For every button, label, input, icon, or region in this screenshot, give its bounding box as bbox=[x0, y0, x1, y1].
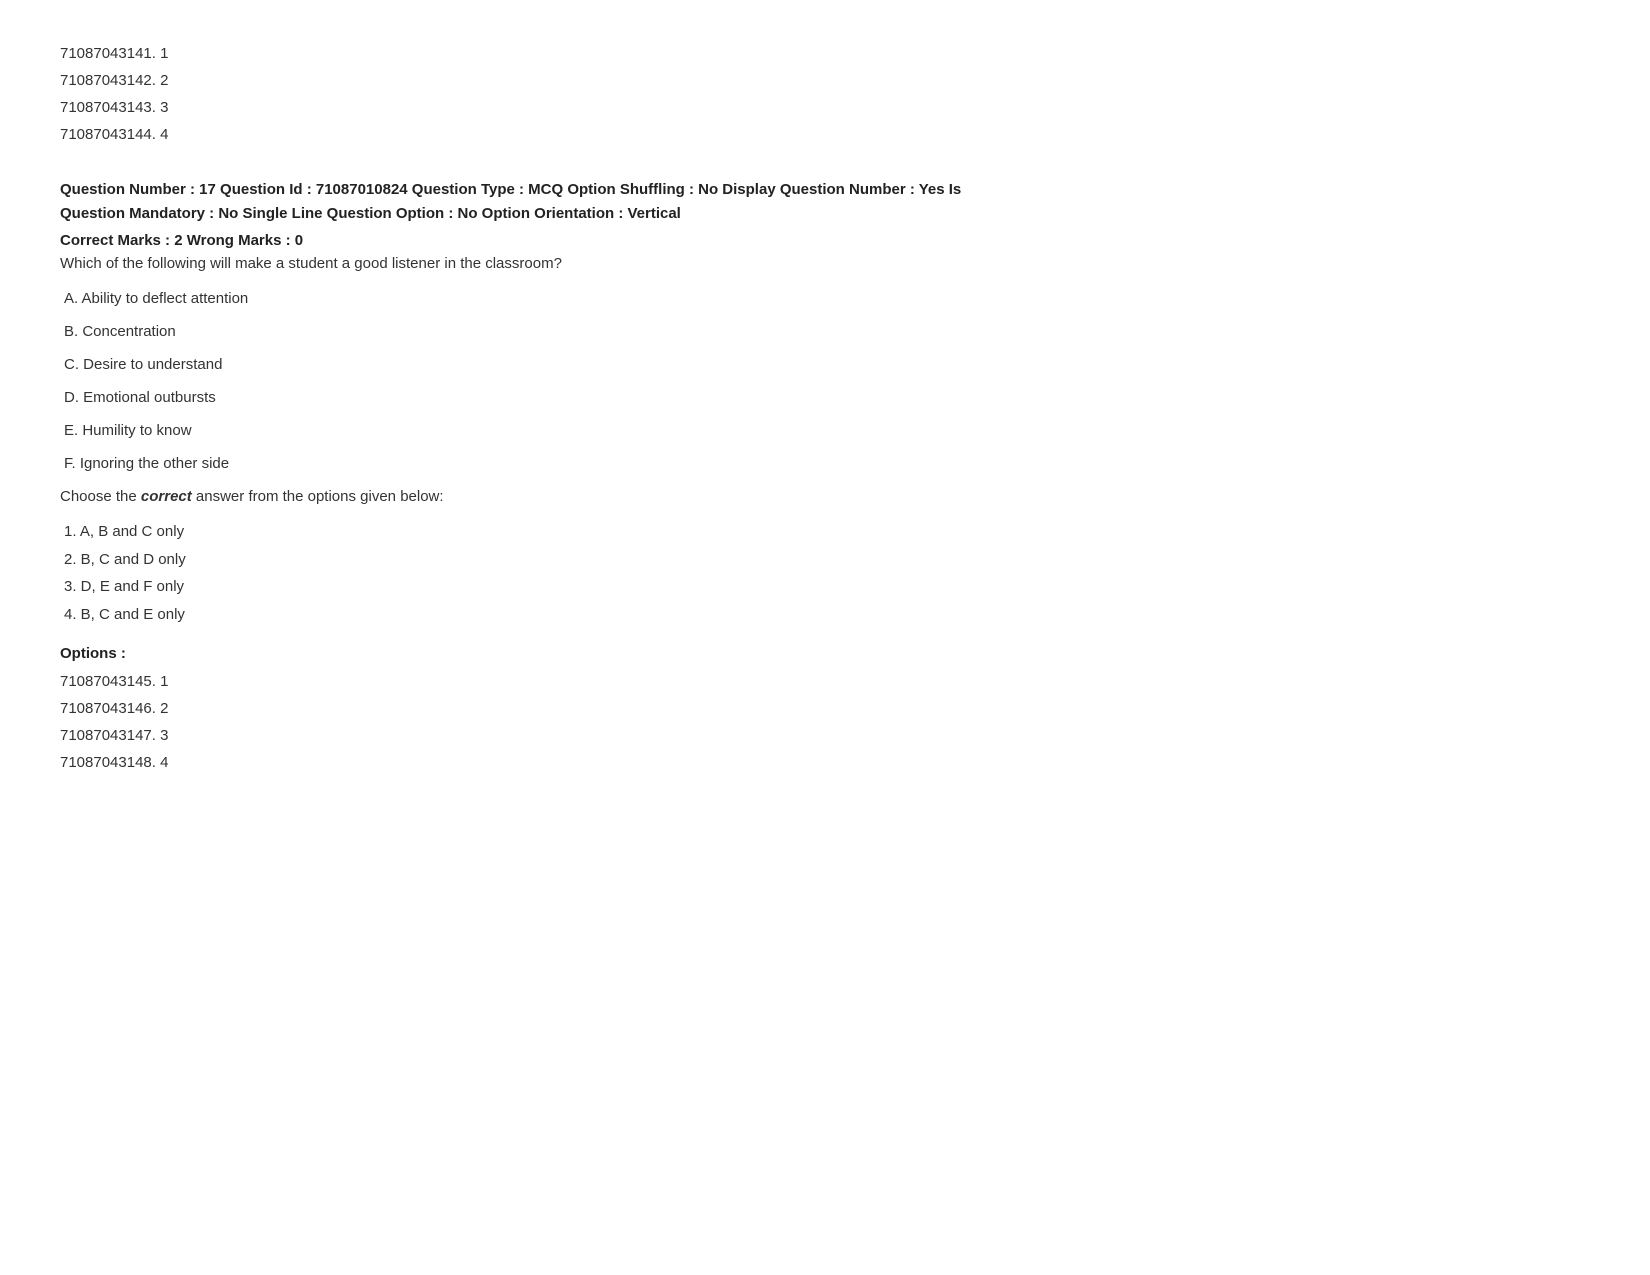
question-options-list: A. Ability to deflect attention B. Concen… bbox=[60, 290, 1590, 472]
answer-option: 3. D, E and F only bbox=[60, 574, 1590, 600]
meta-line1: Question Number : 17 Question Id : 71087… bbox=[60, 181, 961, 198]
option-item: B. Concentration bbox=[60, 323, 1590, 340]
option-ids: 71087043145. 171087043146. 271087043147.… bbox=[60, 668, 1590, 776]
answer-option: 2. B, C and D only bbox=[60, 547, 1590, 573]
correct-marks: Correct Marks : 2 Wrong Marks : 0 bbox=[60, 232, 1590, 249]
list-item: 71087043147. 3 bbox=[60, 722, 1590, 749]
list-item: 71087043146. 2 bbox=[60, 695, 1590, 722]
previous-option-ids: 71087043141. 171087043142. 271087043143.… bbox=[60, 40, 1590, 148]
choose-suffix: answer from the options given below: bbox=[192, 488, 444, 505]
choose-bold: correct bbox=[141, 488, 192, 505]
option-item: C. Desire to understand bbox=[60, 356, 1590, 373]
answer-options: 1. A, B and C only2. B, C and D only3. D… bbox=[60, 519, 1590, 627]
choose-text: Choose the correct answer from the optio… bbox=[60, 488, 1590, 505]
list-item: 71087043148. 4 bbox=[60, 749, 1590, 776]
option-item: D. Emotional outbursts bbox=[60, 389, 1590, 406]
options-label: Options : bbox=[60, 645, 1590, 662]
list-item: 71087043145. 1 bbox=[60, 668, 1590, 695]
list-item: 71087043144. 4 bbox=[60, 121, 1590, 148]
option-item: F. Ignoring the other side bbox=[60, 455, 1590, 472]
choose-prefix: Choose the bbox=[60, 488, 141, 505]
answer-option: 1. A, B and C only bbox=[60, 519, 1590, 545]
list-item: 71087043142. 2 bbox=[60, 67, 1590, 94]
question-block: Question Number : 17 Question Id : 71087… bbox=[60, 178, 1590, 776]
option-item: A. Ability to deflect attention bbox=[60, 290, 1590, 307]
meta-line2: Question Mandatory : No Single Line Ques… bbox=[60, 205, 681, 222]
list-item: 71087043141. 1 bbox=[60, 40, 1590, 67]
question-text: Which of the following will make a stude… bbox=[60, 255, 1590, 272]
list-item: 71087043143. 3 bbox=[60, 94, 1590, 121]
answer-option: 4. B, C and E only bbox=[60, 602, 1590, 628]
question-meta: Question Number : 17 Question Id : 71087… bbox=[60, 178, 1590, 226]
option-item: E. Humility to know bbox=[60, 422, 1590, 439]
